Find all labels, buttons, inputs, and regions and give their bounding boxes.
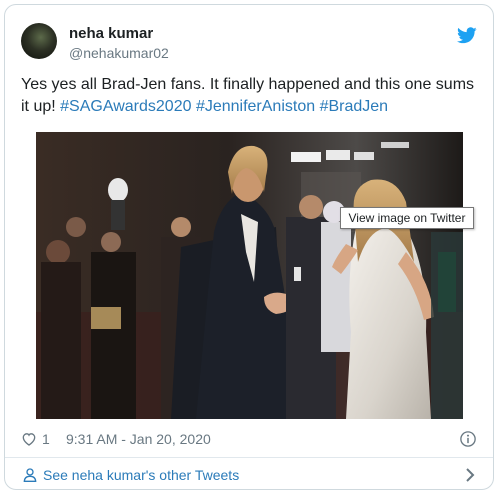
- avatar-image: [30, 34, 48, 48]
- embedded-tweet-card: neha kumar @nehakumar02 Yes yes all Brad…: [4, 4, 494, 490]
- hashtag-link[interactable]: #JenniferAniston: [196, 98, 315, 115]
- avatar[interactable]: [21, 23, 57, 59]
- user-names[interactable]: neha kumar @nehakumar02: [69, 25, 169, 62]
- display-name[interactable]: neha kumar: [69, 25, 169, 43]
- person-icon: [23, 468, 37, 482]
- hashtag-link[interactable]: #BradJen: [320, 98, 389, 115]
- info-icon[interactable]: [459, 430, 477, 448]
- tweet-meta: 1 9:31 AM - Jan 20, 2020: [21, 429, 477, 449]
- heart-icon[interactable]: [21, 431, 37, 447]
- tweet-timestamp[interactable]: 9:31 AM - Jan 20, 2020: [66, 429, 211, 449]
- see-other-tweets-link[interactable]: See neha kumar's other Tweets: [5, 458, 493, 489]
- twitter-bird-icon[interactable]: [457, 27, 477, 44]
- like-count: 1: [42, 431, 50, 447]
- view-image-tooltip: View image on Twitter: [340, 207, 474, 229]
- tweet-text: Yes yes all Brad-Jen fans. It finally ha…: [21, 74, 481, 118]
- user-handle[interactable]: @nehakumar02: [69, 44, 169, 62]
- hashtag-link[interactable]: #SAGAwards2020: [60, 98, 191, 115]
- tweet-photo[interactable]: [36, 132, 463, 419]
- see-other-tweets-label[interactable]: See neha kumar's other Tweets: [43, 465, 239, 485]
- tweet-header: neha kumar @nehakumar02: [21, 23, 477, 67]
- photo-scene: [36, 132, 463, 419]
- chevron-right-icon[interactable]: [463, 467, 477, 483]
